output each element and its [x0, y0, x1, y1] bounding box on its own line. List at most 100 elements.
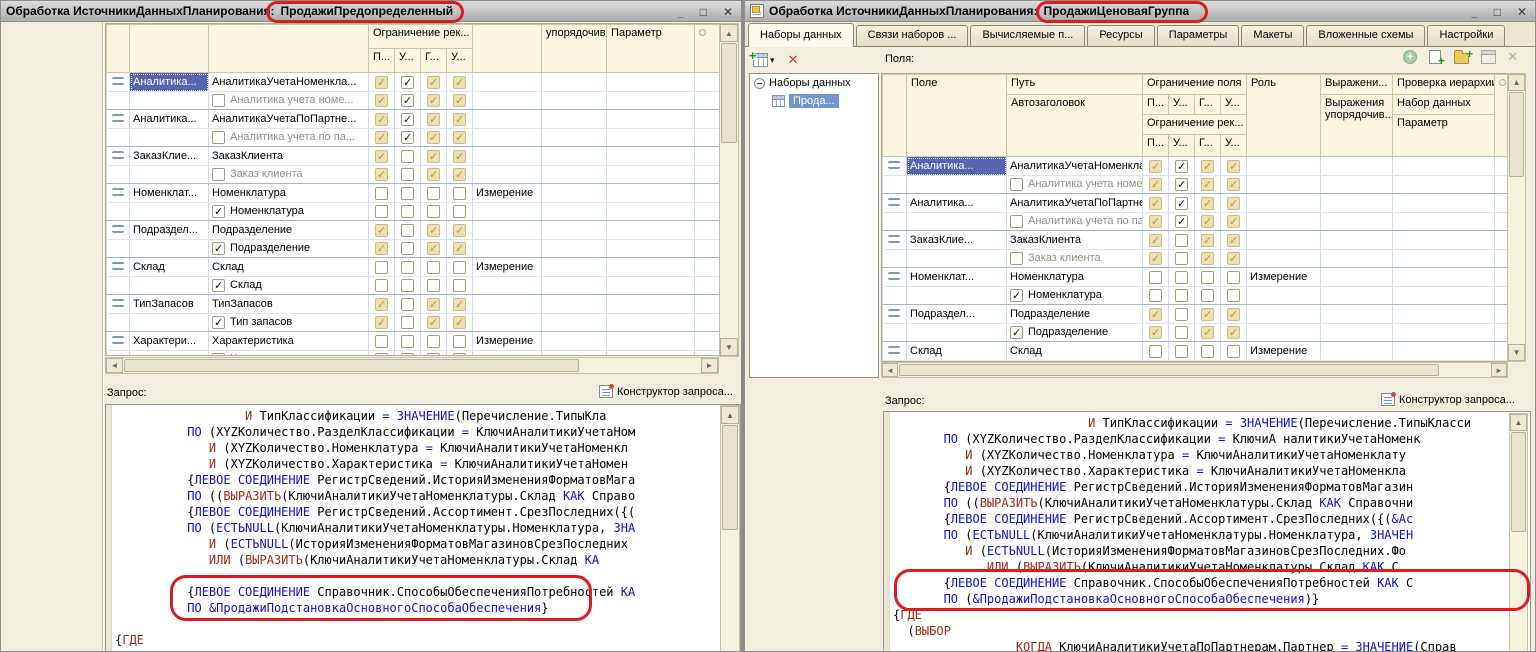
- tab-4[interactable]: Ресурсы: [1087, 25, 1154, 46]
- restriction-checkbox[interactable]: [1227, 345, 1240, 358]
- restriction-checkbox[interactable]: [427, 205, 440, 218]
- restriction-checkbox[interactable]: [1227, 289, 1240, 302]
- restriction-checkbox[interactable]: [427, 353, 440, 356]
- restriction-checkbox[interactable]: [1175, 289, 1188, 302]
- parameter-cell[interactable]: [1393, 342, 1495, 361]
- row-handle-icon[interactable]: [888, 235, 900, 243]
- splitter[interactable]: [102, 22, 104, 652]
- tab-8[interactable]: Настройки: [1427, 25, 1505, 46]
- restriction-checkbox[interactable]: [1201, 234, 1214, 247]
- restriction-checkbox[interactable]: [1227, 215, 1240, 228]
- dropdown-icon[interactable]: ▾: [770, 55, 775, 65]
- field-path-cell[interactable]: Номенклатура: [1007, 268, 1143, 287]
- restriction-checkbox[interactable]: [401, 335, 414, 348]
- row-handle-icon[interactable]: [112, 225, 124, 233]
- query-text-left[interactable]: И ТипКлассификации = ЗНАЧЕНИЕ(Перечислен…: [115, 408, 740, 648]
- restriction-checkbox[interactable]: [1175, 271, 1188, 284]
- column-settings-icon[interactable]: [699, 29, 706, 36]
- field-role-cell[interactable]: Измерение: [473, 184, 542, 203]
- ordering-cell[interactable]: [1321, 157, 1393, 176]
- field-name-cell[interactable]: ТипЗапасов: [130, 295, 209, 314]
- field-subrow[interactable]: Характеристика: [107, 351, 721, 357]
- field-row[interactable]: ЗаказКлие...ЗаказКлиента: [883, 231, 1509, 250]
- field-path-cell[interactable]: ЗаказКлиента: [209, 147, 369, 166]
- restriction-checkbox[interactable]: [427, 261, 440, 274]
- ordering-cell[interactable]: [542, 73, 607, 92]
- field-row[interactable]: ЗаказКлие...ЗаказКлиента: [107, 147, 721, 166]
- restriction-checkbox[interactable]: [401, 316, 414, 329]
- field-role-cell[interactable]: [473, 221, 542, 240]
- parameter-cell[interactable]: [1393, 305, 1495, 324]
- restriction-checkbox[interactable]: [453, 94, 466, 107]
- restriction-checkbox[interactable]: [1227, 178, 1240, 191]
- restriction-checkbox[interactable]: [427, 168, 440, 181]
- autotitle-cell[interactable]: Подразделение: [209, 240, 369, 258]
- field-path-cell[interactable]: АналитикаУчетаНоменкла...: [1007, 157, 1143, 176]
- autotitle-checkbox[interactable]: [1010, 178, 1023, 191]
- left-titlebar[interactable]: Обработка ИсточникиДанныхПланирования:Пр…: [1, 1, 741, 22]
- query-constructor-link[interactable]: Конструктор запроса...: [1381, 393, 1515, 406]
- scroll-down-icon[interactable]: ▼: [1508, 344, 1525, 361]
- field-path-cell[interactable]: Номенклатура: [209, 184, 369, 203]
- ordering-cell[interactable]: [542, 332, 607, 351]
- autotitle-cell[interactable]: Заказ клиента: [209, 166, 369, 184]
- field-name-cell[interactable]: Аналитика...: [907, 157, 1007, 176]
- row-handle-icon[interactable]: [112, 77, 124, 85]
- parameter-cell[interactable]: [607, 147, 695, 166]
- tab-2[interactable]: Связи наборов ...: [856, 25, 969, 46]
- restriction-checkbox[interactable]: [1227, 160, 1240, 173]
- field-subrow[interactable]: Тип запасов: [107, 314, 721, 332]
- field-name-cell[interactable]: Склад: [130, 258, 209, 277]
- field-row[interactable]: Характери...ХарактеристикаИзмерение: [107, 332, 721, 351]
- minimize-icon[interactable]: _: [1471, 7, 1478, 17]
- restriction-checkbox[interactable]: [1175, 308, 1188, 321]
- restriction-checkbox[interactable]: [401, 279, 414, 292]
- restriction-checkbox[interactable]: [375, 131, 388, 144]
- restriction-checkbox[interactable]: [1201, 271, 1214, 284]
- restriction-checkbox[interactable]: [1201, 326, 1214, 339]
- ordering-cell[interactable]: [1321, 342, 1393, 361]
- ordering-cell[interactable]: [542, 258, 607, 277]
- field-name-cell[interactable]: Аналитика...: [130, 110, 209, 129]
- restriction-checkbox[interactable]: [453, 261, 466, 274]
- collapse-icon[interactable]: [754, 78, 765, 89]
- field-row[interactable]: Подраздел...Подразделение: [107, 221, 721, 240]
- field-role-cell[interactable]: [1247, 231, 1321, 250]
- add-folder-icon[interactable]: [1454, 53, 1469, 64]
- parameter-cell[interactable]: [607, 110, 695, 129]
- right-titlebar[interactable]: Обработка ИсточникиДанныхПланирования:Пр…: [745, 1, 1535, 22]
- parameter-cell[interactable]: [1393, 157, 1495, 176]
- field-name-cell[interactable]: Подраздел...: [130, 221, 209, 240]
- fields-vscrollbar[interactable]: ▲ ▼: [1507, 73, 1526, 362]
- field-name-cell[interactable]: Склад: [907, 342, 1007, 361]
- row-handle-icon[interactable]: [112, 114, 124, 122]
- restriction-checkbox[interactable]: [1201, 197, 1214, 210]
- field-name-cell[interactable]: Номенклат...: [907, 268, 1007, 287]
- restriction-checkbox[interactable]: [427, 131, 440, 144]
- restriction-checkbox[interactable]: [401, 76, 414, 89]
- field-role-cell[interactable]: Измерение: [1247, 268, 1321, 287]
- restriction-checkbox[interactable]: [1149, 345, 1162, 358]
- row-handle-icon[interactable]: [888, 161, 900, 169]
- field-row[interactable]: ТипЗапасовТипЗапасов: [107, 295, 721, 314]
- scroll-up-icon[interactable]: ▲: [720, 24, 738, 42]
- autotitle-checkbox[interactable]: [212, 205, 225, 218]
- scroll-right-icon[interactable]: ►: [1491, 363, 1507, 377]
- restriction-checkbox[interactable]: [375, 94, 388, 107]
- restriction-checkbox[interactable]: [1227, 234, 1240, 247]
- field-path-cell[interactable]: АналитикаУчетаПоПартне...: [1007, 194, 1143, 213]
- restriction-checkbox[interactable]: [401, 168, 414, 181]
- restriction-checkbox[interactable]: [375, 168, 388, 181]
- minimize-icon[interactable]: _: [677, 7, 684, 17]
- row-handle-icon[interactable]: [888, 272, 900, 280]
- ordering-cell[interactable]: [542, 295, 607, 314]
- restriction-checkbox[interactable]: [1149, 271, 1162, 284]
- restriction-checkbox[interactable]: [427, 150, 440, 163]
- field-role-cell[interactable]: [473, 147, 542, 166]
- autotitle-checkbox[interactable]: [212, 353, 225, 356]
- field-name-cell[interactable]: Характери...: [130, 332, 209, 351]
- autotitle-checkbox[interactable]: [1010, 326, 1023, 339]
- restriction-checkbox[interactable]: [453, 131, 466, 144]
- row-handle-icon[interactable]: [112, 188, 124, 196]
- field-path-cell[interactable]: Склад: [209, 258, 369, 277]
